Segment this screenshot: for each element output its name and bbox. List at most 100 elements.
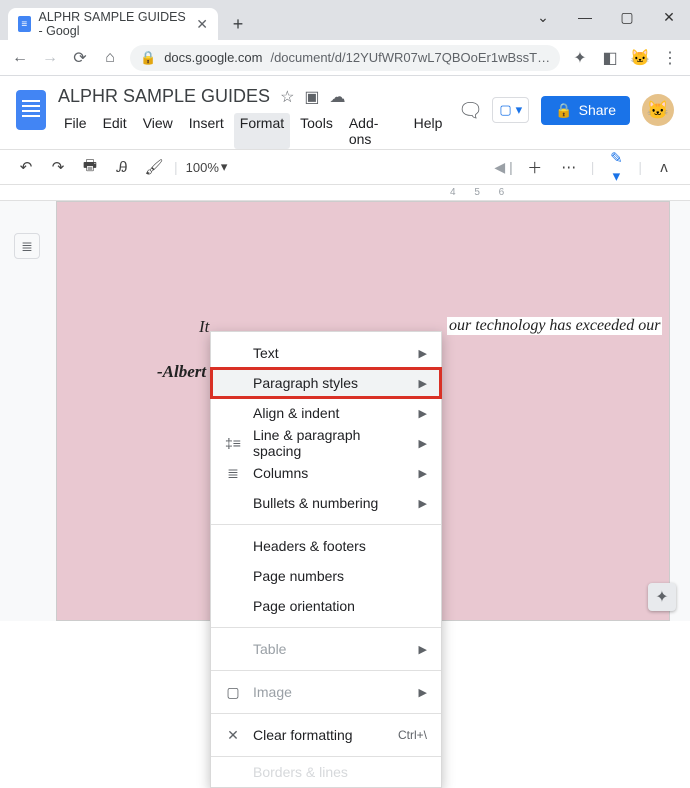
window-dropdown-icon[interactable]: ⌄ (522, 9, 564, 26)
url-host: docs.google.com (164, 50, 262, 65)
menu-item-borders-lines: Borders & lines (211, 763, 441, 781)
print-button[interactable]: 🖶 (78, 155, 102, 180)
editing-mode-button[interactable]: ✎ ▾ (604, 149, 628, 185)
tab-title: ALPHR SAMPLE GUIDES - Googl (39, 10, 189, 38)
share-button[interactable]: 🔒 Share (541, 96, 630, 125)
caret-down-icon: ▾ (221, 159, 228, 175)
menu-item-shortcut: Ctrl+\ (398, 728, 427, 742)
menu-item-label: Bullets & numbering (253, 495, 407, 511)
caret-down-icon: ▾ (516, 102, 523, 118)
submenu-arrow-icon: ▶ (419, 467, 427, 480)
menu-item-clear-formatting[interactable]: ✕ Clear formatting Ctrl+\ (211, 720, 441, 750)
ruler-left-handle[interactable]: ◀ | (494, 159, 512, 176)
menu-item-label: Paragraph styles (253, 375, 407, 391)
menu-item-bullets-numbering[interactable]: Bullets & numbering▶ (211, 488, 441, 518)
back-button[interactable]: ← (10, 48, 30, 68)
menu-item-label: Table (253, 641, 407, 657)
share-url-icon[interactable]: ⇪ (558, 50, 560, 66)
menu-item-label: Clear formatting (253, 727, 386, 743)
move-icon[interactable]: ▣ (304, 87, 319, 107)
minimize-button[interactable]: — (564, 9, 606, 25)
menu-item-image: ▢ Image ▶ (211, 677, 441, 707)
menu-edit[interactable]: Edit (97, 113, 133, 149)
undo-button[interactable]: ↶ (14, 158, 38, 176)
menu-add-ons[interactable]: Add-ons (343, 113, 404, 149)
submenu-arrow-icon: ▶ (419, 686, 427, 699)
menu-item-icon: ≣ (225, 465, 241, 482)
address-bar[interactable]: 🔒 docs.google.com/document/d/12YUfWR07wL… (130, 45, 560, 71)
document-text[interactable]: our technology has exceeded our (447, 317, 662, 335)
spellcheck-button[interactable]: Ꭿ (110, 159, 134, 176)
menu-file[interactable]: File (58, 113, 93, 149)
menu-item-label: Page orientation (253, 598, 427, 614)
account-avatar[interactable]: 🐱 (642, 94, 674, 126)
menu-insert[interactable]: Insert (183, 113, 230, 149)
document-text[interactable]: -Albert (157, 362, 206, 382)
docs-logo-icon[interactable] (16, 90, 46, 130)
submenu-arrow-icon: ▶ (419, 407, 427, 420)
close-tab-icon[interactable]: ✕ (196, 16, 208, 33)
menu-format[interactable]: Format (234, 113, 290, 149)
menu-tools[interactable]: Tools (294, 113, 339, 149)
menu-item-label: Align & indent (253, 405, 407, 421)
close-window-button[interactable]: ✕ (648, 9, 690, 26)
present-mode-button[interactable]: ▢▾ (492, 97, 529, 123)
more-tools-icon[interactable]: ⋯ (557, 158, 581, 176)
horizontal-ruler: 4 5 6 (0, 185, 690, 201)
ruler-numbers: 4 5 6 (450, 187, 512, 198)
menu-item-align-indent[interactable]: Align & indent ▶ (211, 398, 441, 428)
comments-icon[interactable]: 🗨 (460, 100, 480, 120)
chrome-menu-icon[interactable]: ⋮ (660, 48, 680, 68)
menu-item-label: Columns (253, 465, 407, 481)
docs-favicon-icon: ≡ (18, 16, 31, 32)
share-label: Share (579, 102, 616, 118)
document-title[interactable]: ALPHR SAMPLE GUIDES (58, 86, 270, 107)
star-icon[interactable]: ☆ (280, 87, 294, 107)
forward-button[interactable]: → (40, 48, 60, 68)
submenu-arrow-icon: ▶ (419, 377, 427, 390)
zoom-value: 100% (186, 160, 219, 175)
new-tab-button[interactable]: + (224, 10, 252, 38)
collapse-toolbar-button[interactable]: ʌ (652, 159, 676, 176)
menu-item-icon: ‡≡ (225, 435, 241, 451)
format-menu-dropdown: Text▶ Paragraph styles ▶ Align & indent ▶ ‡≡ L… (210, 331, 442, 788)
submenu-arrow-icon: ▶ (419, 643, 427, 656)
url-path: /document/d/12YUfWR07wL7QBOoEr1wBssT… (270, 50, 550, 65)
home-button[interactable]: ⌂ (100, 48, 120, 68)
maximize-button[interactable]: ▢ (606, 9, 648, 26)
menu-item-icon: ▢ (225, 684, 241, 701)
cloud-status-icon[interactable]: ☁ (330, 87, 346, 107)
menu-item-headers-footers[interactable]: Headers & footers (211, 531, 441, 561)
reload-button[interactable]: ⟳ (70, 48, 90, 68)
paint-format-button[interactable]: 🖌 (142, 158, 166, 176)
menu-item-page-numbers[interactable]: Page numbers (211, 561, 441, 591)
menu-view[interactable]: View (137, 113, 179, 149)
profile-avatar-icon[interactable]: 🐱 (630, 48, 650, 68)
side-panel-icon[interactable]: ◧ (600, 48, 620, 68)
explore-button[interactable]: ✦ (648, 583, 676, 611)
menu-help[interactable]: Help (408, 113, 449, 149)
browser-toolbar: ← → ⟳ ⌂ 🔒 docs.google.com/document/d/12Y… (0, 40, 690, 76)
extensions-icon[interactable]: ✦ (570, 48, 590, 68)
document-outline-button[interactable]: ≣ (14, 233, 40, 259)
lock-icon: 🔒 (555, 102, 572, 119)
docs-header: ALPHR SAMPLE GUIDES ☆ ▣ ☁ FileEditViewIn… (0, 76, 690, 149)
redo-button[interactable]: ↷ (46, 158, 70, 176)
menu-item-columns[interactable]: ≣ Columns ▶ (211, 458, 441, 488)
menu-item-text[interactable]: Text▶ (211, 338, 441, 368)
menu-item-table: Table ▶ (211, 634, 441, 664)
menu-item-label: Borders & lines (253, 764, 427, 780)
menu-item-paragraph-styles[interactable]: Paragraph styles ▶ (211, 368, 441, 398)
menu-item-line-paragraph-spacing[interactable]: ‡≡ Line & paragraph spacing ▶ (211, 428, 441, 458)
browser-tab[interactable]: ≡ ALPHR SAMPLE GUIDES - Googl ✕ (8, 8, 218, 40)
menu-item-page-orientation[interactable]: Page orientation (211, 591, 441, 621)
docs-toolbar: ↶ ↷ 🖶 Ꭿ 🖌 | 100% ▾ ◀ | ＋ ⋯ | ✎ ▾ | ʌ (0, 149, 690, 185)
submenu-arrow-icon: ▶ (419, 437, 427, 450)
menu-item-label: Line & paragraph spacing (253, 427, 407, 459)
menu-item-label: Image (253, 684, 407, 700)
submenu-arrow-icon: ▶ (419, 347, 427, 360)
document-text[interactable]: It (199, 317, 209, 337)
menu-item-icon: ✕ (225, 727, 241, 744)
zoom-select[interactable]: 100% ▾ (186, 159, 228, 175)
insert-button[interactable]: ＋ (523, 157, 547, 178)
